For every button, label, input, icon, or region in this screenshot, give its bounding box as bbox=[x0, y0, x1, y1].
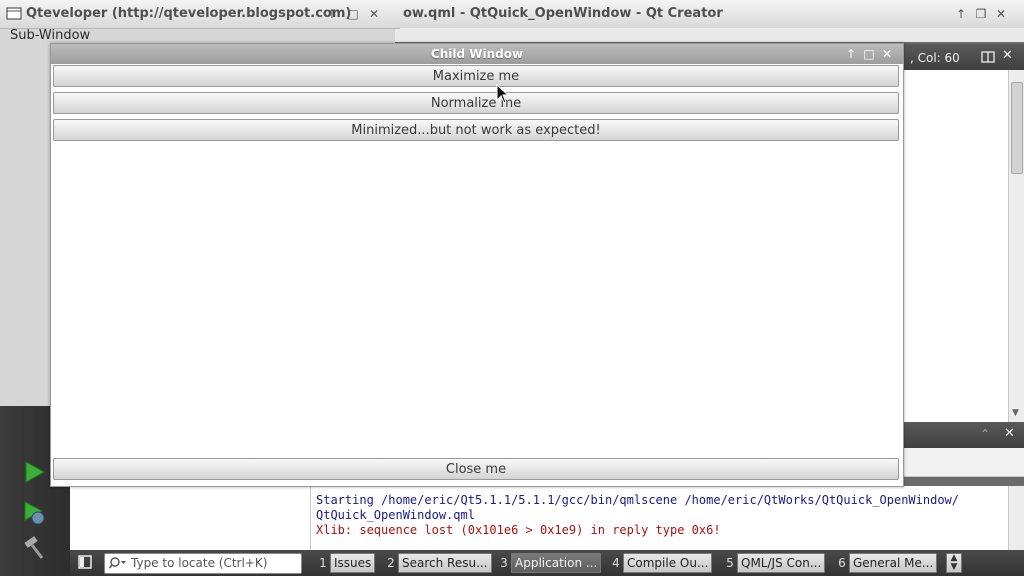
output-scrollbar[interactable] bbox=[1008, 486, 1024, 550]
debug-run-icon[interactable] bbox=[22, 500, 48, 526]
normalize-button[interactable]: Normalize me bbox=[53, 92, 899, 114]
mouse-cursor-icon bbox=[496, 84, 510, 104]
output-tab-search-results[interactable]: 2 Search Resu... bbox=[384, 553, 492, 573]
tab-number: 4 bbox=[612, 556, 620, 570]
output-line: QtQuick_OpenWindow.qml bbox=[316, 508, 475, 522]
tab-label: Application ... bbox=[511, 553, 602, 573]
output-tab-general-messages[interactable]: 6 General Me... bbox=[835, 553, 938, 573]
qt-creator-title: ow.qml - QtQuick_OpenWindow - Qt Creator bbox=[403, 6, 723, 21]
tab-number: 5 bbox=[726, 556, 734, 570]
tab-label: QML/JS Con... bbox=[737, 553, 826, 573]
child-window: Child Window ↑ □ ✕ Maximize me Normalize… bbox=[50, 43, 904, 487]
qt-creator-menubar bbox=[395, 28, 1024, 42]
maximize-button[interactable]: Maximize me bbox=[53, 65, 899, 87]
code-editor[interactable] bbox=[902, 70, 1024, 422]
locator-placeholder: Type to locate (Ctrl+K) bbox=[131, 556, 268, 570]
application-output[interactable]: Starting /home/eric/Qt5.1.1/5.1.1/gcc/bi… bbox=[311, 486, 1024, 550]
output-tab-issues[interactable]: 1 Issues bbox=[316, 553, 376, 573]
split-icon[interactable] bbox=[980, 49, 996, 65]
cursor-position: , Col: 60 bbox=[910, 51, 960, 65]
close-icon[interactable]: ✕ bbox=[879, 46, 895, 62]
minimize-icon[interactable]: ↑ bbox=[843, 46, 859, 62]
sub-window-title: Qteveloper (http://qteveloper.blogspot.c… bbox=[26, 6, 352, 21]
tab-label: Issues bbox=[330, 553, 376, 573]
tab-label: Search Resu... bbox=[398, 553, 492, 573]
tab-number: 2 bbox=[387, 556, 395, 570]
window-icon bbox=[6, 7, 22, 21]
tab-number: 6 bbox=[838, 556, 846, 570]
scroll-down-icon[interactable]: ▼ bbox=[1012, 408, 1019, 418]
tab-number: 1 bbox=[319, 556, 327, 570]
tab-number: 3 bbox=[500, 556, 508, 570]
qt-creator-titlebar: ow.qml - QtQuick_OpenWindow - Qt Creator… bbox=[395, 0, 1024, 29]
output-left-gutter bbox=[70, 486, 311, 550]
close-button[interactable]: Close me bbox=[53, 458, 899, 480]
minimize-icon[interactable]: ↑ bbox=[324, 6, 340, 22]
sidebar-toggle-icon[interactable] bbox=[78, 555, 92, 569]
output-tab-application-output[interactable]: 3 Application ... bbox=[497, 553, 602, 573]
restore-icon[interactable]: □ bbox=[861, 46, 877, 62]
run-icon[interactable] bbox=[22, 460, 46, 484]
more-tabs-icon[interactable]: ▲ ▼ bbox=[946, 553, 962, 573]
child-window-titlebar[interactable]: Child Window ↑ □ ✕ bbox=[51, 44, 903, 64]
minimize-button[interactable]: Minimized...but not work as expected! bbox=[53, 119, 899, 141]
close-icon[interactable]: ✕ bbox=[1002, 48, 1013, 63]
close-icon[interactable]: ✕ bbox=[366, 6, 382, 22]
editor-toolbar: , Col: 60 ✕ bbox=[902, 44, 1024, 70]
output-line: Starting /home/eric/Qt5.1.1/5.1.1/gcc/bi… bbox=[316, 493, 959, 507]
output-line-error: Xlib: sequence lost (0x101e6 > 0x1e9) in… bbox=[316, 523, 721, 537]
editor-scrollbar-thumb[interactable] bbox=[1011, 82, 1023, 174]
hammer-icon[interactable] bbox=[22, 536, 46, 560]
tab-label: Compile Ou... bbox=[623, 553, 713, 573]
restore-icon[interactable]: □ bbox=[345, 6, 361, 22]
minimize-icon[interactable]: ↑ bbox=[953, 6, 969, 22]
output-pane-header: ⌃ ✕ bbox=[902, 422, 1024, 448]
sub-window-label: Sub-Window bbox=[10, 28, 91, 43]
tab-label: General Me... bbox=[849, 553, 938, 573]
restore-icon[interactable]: ❐ bbox=[973, 6, 989, 22]
output-toolbar bbox=[902, 448, 1024, 477]
output-tab-compile-output[interactable]: 4 Compile Ou... bbox=[609, 553, 713, 573]
child-window-title: Child Window bbox=[430, 47, 524, 61]
locator-input[interactable]: Type to locate (Ctrl+K) bbox=[104, 553, 302, 574]
bottom-status-bar: Type to locate (Ctrl+K) 1 Issues 2 Searc… bbox=[70, 550, 1024, 576]
output-tab-qml-js-console[interactable]: 5 QML/JS Con... bbox=[723, 553, 826, 573]
search-icon bbox=[109, 556, 127, 570]
maximize-icon[interactable]: ⌃ bbox=[980, 427, 990, 441]
close-icon[interactable]: ✕ bbox=[1004, 426, 1015, 441]
close-icon[interactable]: ✕ bbox=[993, 6, 1009, 22]
sub-window-titlebar: Qteveloper (http://qteveloper.blogspot.c… bbox=[0, 0, 400, 29]
